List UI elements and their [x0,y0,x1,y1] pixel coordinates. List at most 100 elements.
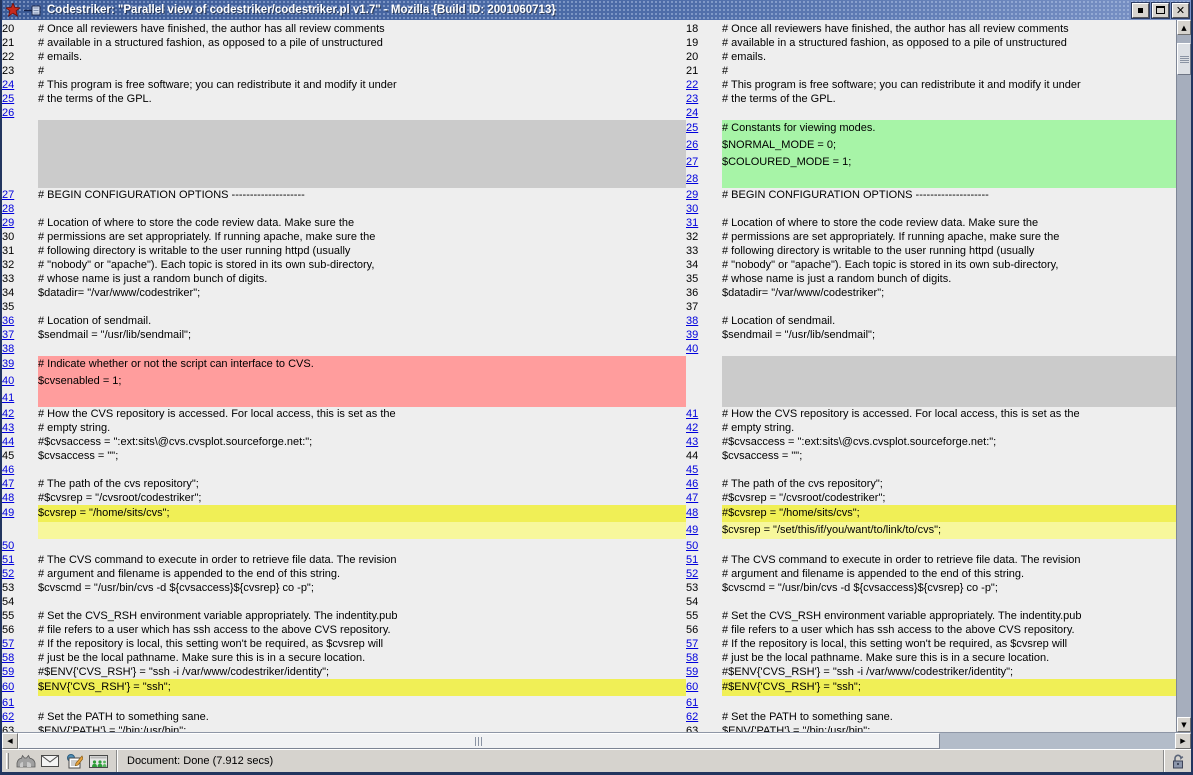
right-line-number-link[interactable]: 47 [686,492,698,504]
right-line-number-link[interactable]: 31 [686,217,698,229]
right-line-number-link[interactable]: 27 [686,156,698,168]
left-code-line [38,390,686,407]
left-line-number-link[interactable]: 26 [2,107,14,119]
right-line-number-link[interactable]: 58 [686,652,698,664]
right-line-number-link[interactable]: 24 [686,107,698,119]
right-line-number: 47 [686,491,722,505]
right-line-number-link[interactable]: 29 [686,189,698,201]
maximize-button[interactable] [1152,3,1169,18]
right-code-line: #$ENV{'CVS_RSH'} = "ssh"; [722,679,1176,696]
left-code-line: # Once all reviewers have finished, the … [38,22,686,36]
right-line-number-link[interactable]: 40 [686,343,698,355]
right-line-number: 59 [686,665,722,679]
vertical-scroll-thumb[interactable] [1177,43,1191,75]
left-line-number-link[interactable]: 47 [2,478,14,490]
left-line-number-link[interactable]: 42 [2,408,14,420]
left-line-number-link[interactable]: 58 [2,652,14,664]
left-code-line: $datadir= "/var/www/codestriker"; [38,286,686,300]
left-line-number: 40 [2,373,38,390]
left-line-number: 43 [2,421,38,435]
left-line-number-link[interactable]: 52 [2,568,14,580]
left-line-number: 34 [2,286,38,300]
minimize-button[interactable] [1132,3,1149,18]
left-line-number-link[interactable]: 60 [2,681,14,693]
right-line-number-link[interactable]: 39 [686,329,698,341]
horizontal-scroll-track[interactable] [940,733,1175,749]
navigator-button[interactable] [14,752,38,770]
status-bar: Document: Done (7.912 secs) [2,749,1191,772]
right-line-number-link[interactable]: 50 [686,540,698,552]
left-line-number-link[interactable]: 38 [2,343,14,355]
scroll-left-button[interactable]: ◀ [2,733,18,749]
title-bar[interactable]: Codestriker: "Parallel view of codestrik… [2,0,1191,20]
right-line-number-link[interactable]: 42 [686,422,698,434]
scroll-up-button[interactable]: ▲ [1177,20,1191,35]
right-line-number-link[interactable]: 45 [686,464,698,476]
right-line-number-link[interactable]: 62 [686,711,698,723]
mail-button[interactable] [38,752,62,770]
left-line-number-link[interactable]: 50 [2,540,14,552]
left-line-number-link[interactable]: 28 [2,203,14,215]
left-line-number-link[interactable]: 27 [2,189,14,201]
left-line-number-link[interactable]: 46 [2,464,14,476]
right-line-number-link[interactable]: 28 [686,173,698,185]
horizontal-scroll-thumb[interactable] [18,733,940,749]
right-line-number: 43 [686,435,722,449]
right-line-number-link[interactable]: 48 [686,507,698,519]
right-line-number-link[interactable]: 26 [686,139,698,151]
composer-button[interactable] [62,752,86,770]
diff-row: 55# Set the CVS_RSH environment variable… [2,609,1176,623]
addressbook-button[interactable] [86,752,110,770]
right-line-number-link[interactable]: 22 [686,79,698,91]
maximize-icon [1156,6,1165,14]
left-line-number-link[interactable]: 62 [2,711,14,723]
left-line-number-link[interactable]: 44 [2,436,14,448]
right-line-number-link[interactable]: 25 [686,122,698,134]
right-line-number-link[interactable]: 57 [686,638,698,650]
left-line-number-link[interactable]: 24 [2,79,14,91]
right-code-line [722,696,1176,710]
right-line-number-link[interactable]: 30 [686,203,698,215]
left-line-number-link[interactable]: 39 [2,358,14,370]
right-line-number-link[interactable]: 59 [686,666,698,678]
left-line-number-link[interactable]: 29 [2,217,14,229]
right-line-number-link[interactable]: 60 [686,681,698,693]
horizontal-scrollbar[interactable]: ◀ ▶ [2,732,1191,749]
left-line-number-link[interactable]: 36 [2,315,14,327]
right-line-number-link[interactable]: 61 [686,697,698,709]
scroll-down-button[interactable]: ▼ [1177,717,1191,732]
scroll-right-button[interactable]: ▶ [1175,733,1191,749]
right-line-number-link[interactable]: 46 [686,478,698,490]
right-line-number-link[interactable]: 43 [686,436,698,448]
right-code-line [722,171,1176,188]
left-line-number-link[interactable]: 41 [2,392,14,404]
mozilla-star-icon[interactable] [6,3,20,17]
left-line-number-link[interactable]: 49 [2,507,14,519]
left-line-number-link[interactable]: 59 [2,666,14,678]
right-line-number-link[interactable]: 51 [686,554,698,566]
left-line-number-link[interactable]: 37 [2,329,14,341]
vertical-scroll-track[interactable] [1177,35,1191,717]
left-line-number-link[interactable]: 51 [2,554,14,566]
right-line-number-link[interactable]: 38 [686,315,698,327]
right-line-number: 46 [686,477,722,491]
left-line-number-link[interactable]: 43 [2,422,14,434]
security-button[interactable] [1163,750,1191,772]
left-line-number-link[interactable]: 40 [2,375,14,387]
left-line-number-link[interactable]: 25 [2,93,14,105]
right-line-number-link[interactable]: 41 [686,408,698,420]
left-code-line: # [38,64,686,78]
left-line-number-link[interactable]: 48 [2,492,14,504]
left-line-number-link[interactable]: 57 [2,638,14,650]
diff-row: 59#$ENV{'CVS_RSH'} = "ssh -i /var/www/co… [2,665,1176,679]
component-bar-grip[interactable] [6,753,9,769]
vertical-scrollbar[interactable]: ▲ ▼ [1176,20,1191,732]
left-line-number-link[interactable]: 61 [2,697,14,709]
right-code-line: # [722,64,1176,78]
left-line-number: 33 [2,272,38,286]
right-line-number-link[interactable]: 23 [686,93,698,105]
close-button[interactable]: ✕ [1172,3,1189,18]
right-line-number-link[interactable]: 52 [686,568,698,580]
left-line-number: 35 [2,300,38,314]
right-line-number-link[interactable]: 49 [686,524,698,536]
